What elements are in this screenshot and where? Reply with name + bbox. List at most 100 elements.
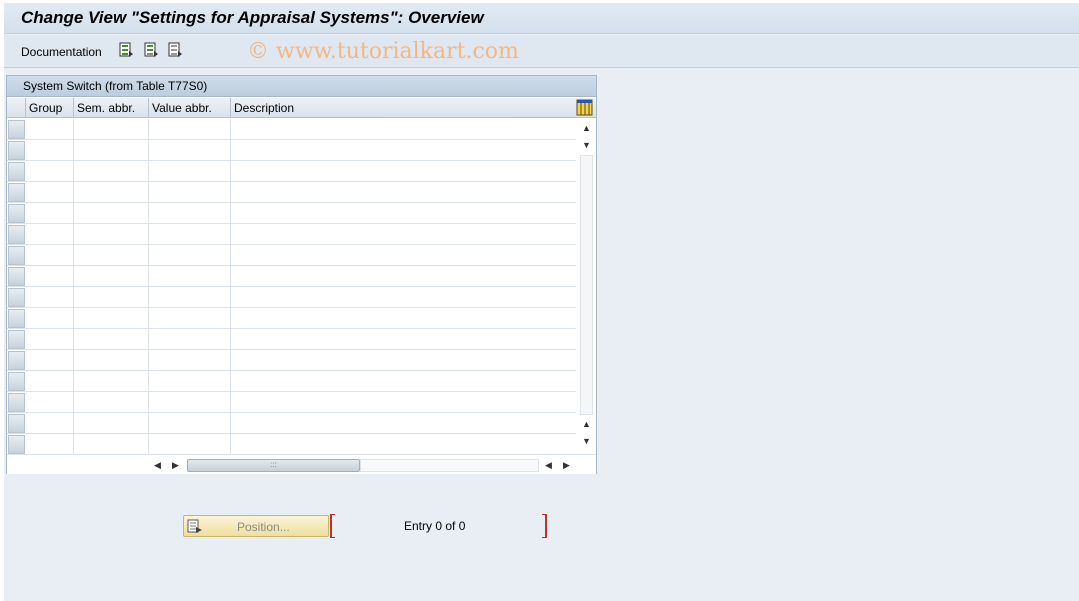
scroll-down-icon[interactable]: ▼ — [580, 435, 593, 448]
table-cell[interactable] — [74, 434, 149, 455]
table-cell[interactable] — [231, 224, 576, 245]
row-selector[interactable] — [8, 204, 25, 223]
row-selector[interactable] — [8, 162, 25, 181]
table-cell[interactable] — [26, 119, 74, 140]
table-cell[interactable] — [231, 161, 576, 182]
row-selector[interactable] — [8, 330, 25, 349]
table-cell[interactable] — [231, 434, 576, 455]
table-cell[interactable] — [26, 350, 74, 371]
table-row[interactable] — [7, 140, 576, 161]
row-selector[interactable] — [8, 267, 25, 286]
table-cell[interactable] — [26, 161, 74, 182]
table-cell[interactable] — [149, 203, 231, 224]
table-row[interactable] — [7, 203, 576, 224]
select-all-icon[interactable] — [119, 42, 134, 58]
table-cell[interactable] — [231, 287, 576, 308]
table-cell[interactable] — [231, 371, 576, 392]
table-row[interactable] — [7, 161, 576, 182]
horizontal-scrollbar[interactable]: ◀ ▶ ::: ◀ ▶ — [7, 454, 596, 474]
horizontal-scroll-thumb[interactable]: ::: — [187, 459, 360, 472]
table-cell[interactable] — [74, 329, 149, 350]
table-cell[interactable] — [231, 182, 576, 203]
table-cell[interactable] — [74, 266, 149, 287]
table-cell[interactable] — [26, 203, 74, 224]
table-row[interactable] — [7, 434, 576, 455]
select-block-icon[interactable] — [144, 42, 159, 58]
row-selector[interactable] — [8, 288, 25, 307]
table-cell[interactable] — [149, 350, 231, 371]
table-cell[interactable] — [231, 308, 576, 329]
vertical-scroll-track[interactable] — [580, 155, 593, 415]
table-cell[interactable] — [231, 413, 576, 434]
table-cell[interactable] — [149, 266, 231, 287]
column-header-description[interactable]: Description — [231, 98, 576, 118]
table-row[interactable] — [7, 392, 576, 413]
row-selector[interactable] — [8, 435, 25, 454]
table-cell[interactable] — [149, 245, 231, 266]
table-cell[interactable] — [26, 371, 74, 392]
scroll-left-icon[interactable]: ◀ — [151, 459, 164, 472]
row-selector[interactable] — [8, 246, 25, 265]
table-cell[interactable] — [26, 182, 74, 203]
row-selector[interactable] — [8, 351, 25, 370]
column-header-group[interactable]: Group — [26, 98, 74, 118]
table-cell[interactable] — [231, 140, 576, 161]
table-cell[interactable] — [74, 182, 149, 203]
deselect-all-icon[interactable] — [168, 42, 183, 58]
table-cell[interactable] — [231, 203, 576, 224]
table-cell[interactable] — [26, 434, 74, 455]
table-row[interactable] — [7, 119, 576, 140]
table-cell[interactable] — [26, 392, 74, 413]
column-header-sem-abbr[interactable]: Sem. abbr. — [74, 98, 149, 118]
table-cell[interactable] — [26, 266, 74, 287]
scroll-right-end-icon[interactable]: ▶ — [560, 459, 573, 472]
table-cell[interactable] — [74, 224, 149, 245]
table-cell[interactable] — [231, 329, 576, 350]
table-cell[interactable] — [149, 224, 231, 245]
table-row[interactable] — [7, 287, 576, 308]
table-cell[interactable] — [26, 308, 74, 329]
row-selector[interactable] — [8, 183, 25, 202]
table-cell[interactable] — [74, 308, 149, 329]
table-cell[interactable] — [74, 245, 149, 266]
page-up-icon[interactable]: ▲ — [580, 418, 593, 431]
horizontal-scroll-track[interactable] — [360, 459, 539, 472]
table-cell[interactable] — [149, 392, 231, 413]
table-cell[interactable] — [74, 161, 149, 182]
table-cell[interactable] — [74, 287, 149, 308]
table-cell[interactable] — [149, 140, 231, 161]
row-selector[interactable] — [8, 225, 25, 244]
table-cell[interactable] — [26, 413, 74, 434]
vertical-scrollbar[interactable]: ▲ ▼ ▲ ▼ — [578, 119, 595, 453]
row-selector[interactable] — [8, 372, 25, 391]
table-cell[interactable] — [26, 140, 74, 161]
page-down-icon[interactable]: ▼ — [580, 139, 593, 152]
table-row[interactable] — [7, 413, 576, 434]
select-all-rows-button[interactable] — [7, 98, 26, 118]
table-cell[interactable] — [149, 119, 231, 140]
table-cell[interactable] — [74, 392, 149, 413]
table-cell[interactable] — [231, 266, 576, 287]
table-cell[interactable] — [74, 413, 149, 434]
table-row[interactable] — [7, 182, 576, 203]
table-row[interactable] — [7, 329, 576, 350]
column-header-value-abbr[interactable]: Value abbr. — [149, 98, 231, 118]
scroll-right-icon[interactable]: ▶ — [169, 459, 182, 472]
table-cell[interactable] — [74, 140, 149, 161]
table-cell[interactable] — [231, 245, 576, 266]
table-cell[interactable] — [149, 413, 231, 434]
table-cell[interactable] — [231, 119, 576, 140]
table-cell[interactable] — [149, 308, 231, 329]
table-cell[interactable] — [149, 182, 231, 203]
row-selector[interactable] — [8, 309, 25, 328]
row-selector[interactable] — [8, 414, 25, 433]
row-selector[interactable] — [8, 393, 25, 412]
table-settings-icon[interactable] — [576, 99, 593, 116]
table-cell[interactable] — [149, 329, 231, 350]
table-cell[interactable] — [149, 371, 231, 392]
table-cell[interactable] — [231, 392, 576, 413]
table-cell[interactable] — [74, 203, 149, 224]
position-button[interactable]: Position... — [183, 515, 329, 537]
row-selector[interactable] — [8, 120, 25, 139]
table-row[interactable] — [7, 245, 576, 266]
